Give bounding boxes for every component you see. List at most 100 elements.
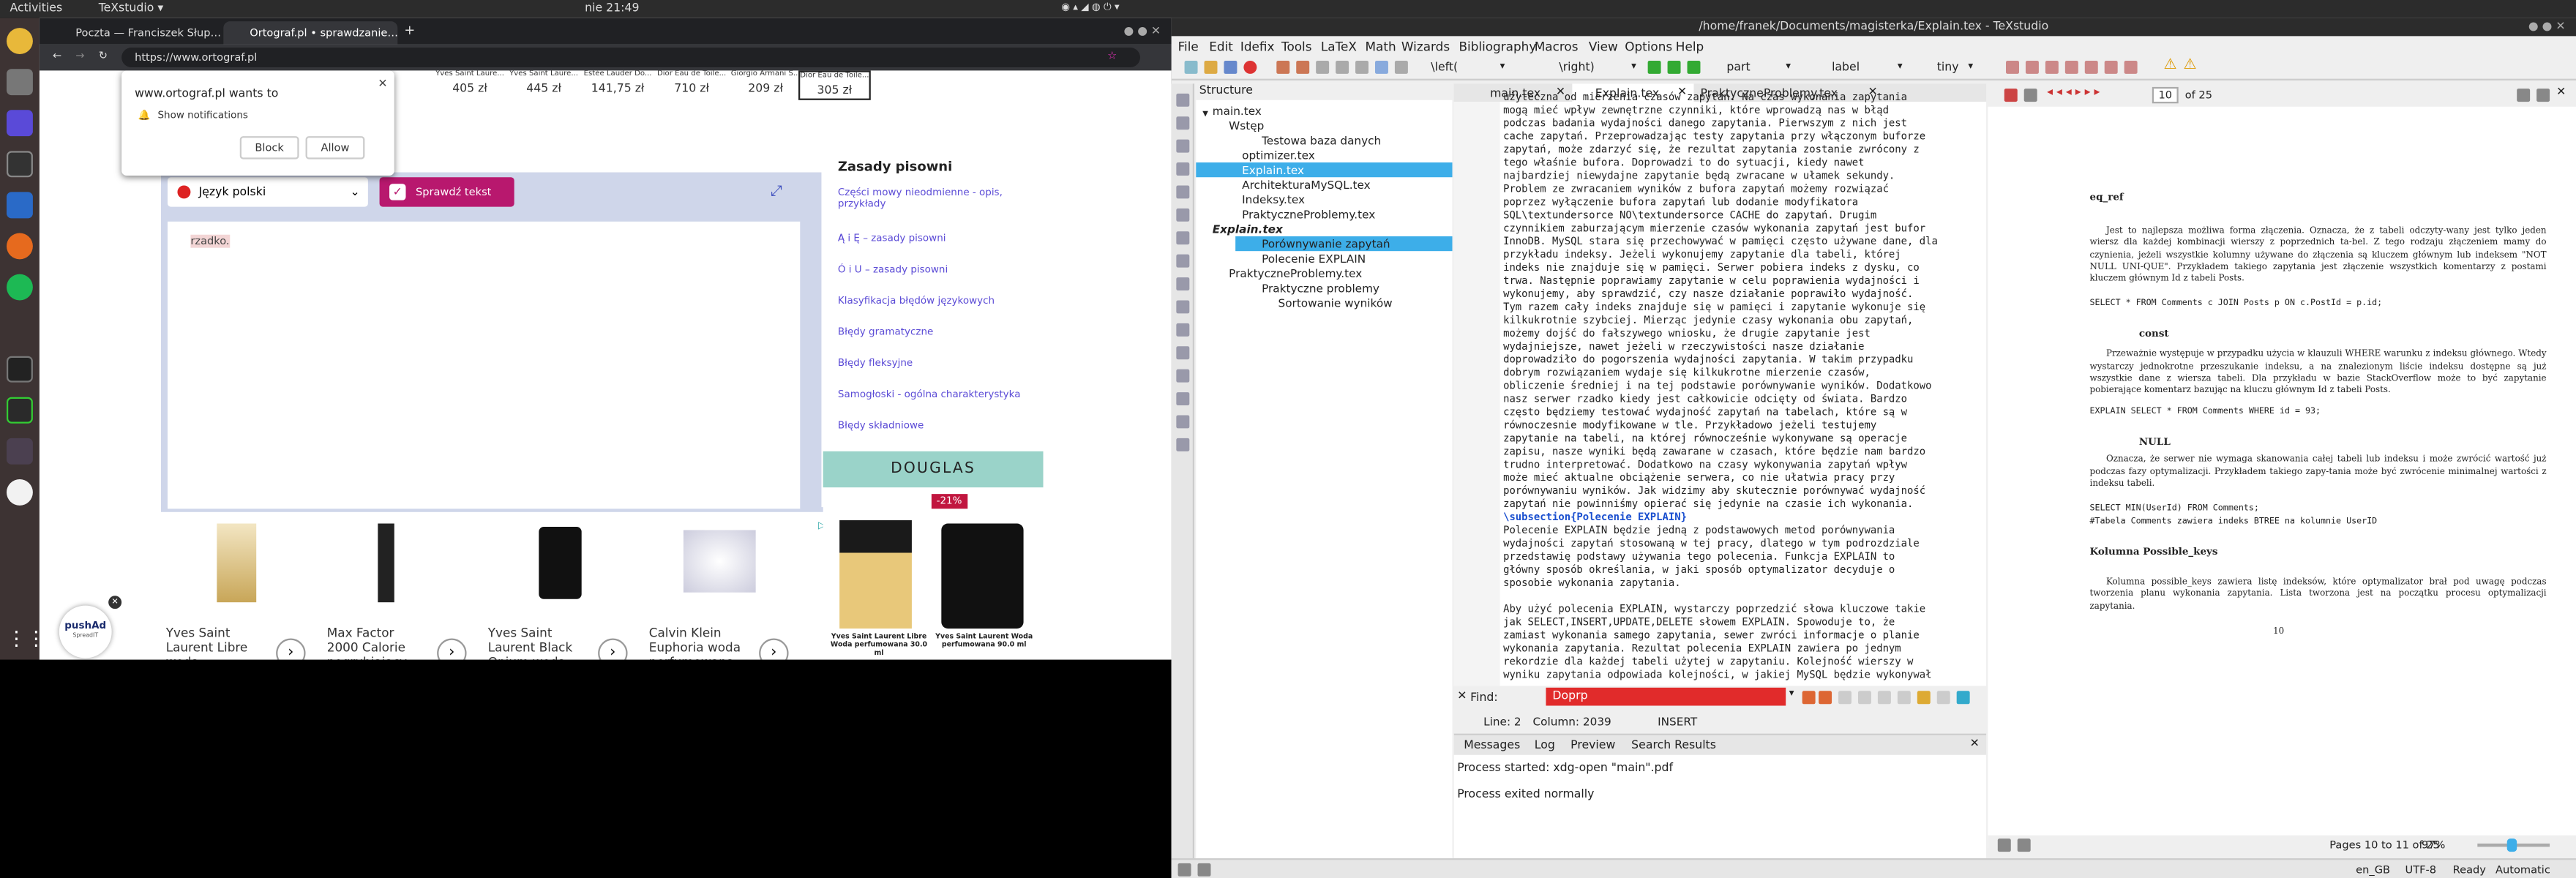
- lock-icon[interactable]: [2017, 838, 2031, 852]
- tree-item[interactable]: Praktyczne problemy: [1262, 282, 1379, 296]
- lock-icon[interactable]: [1997, 838, 2011, 852]
- table-icon[interactable]: [2064, 60, 2078, 74]
- compile-icon[interactable]: [1667, 60, 1681, 74]
- table-icon[interactable]: [2006, 60, 2019, 74]
- firefox-icon[interactable]: [6, 233, 33, 260]
- table-icon[interactable]: [2045, 60, 2059, 74]
- panel-icon[interactable]: [1177, 863, 1191, 877]
- rule-link[interactable]: Ó i U – zasady pisowni: [838, 264, 948, 276]
- terminal-icon[interactable]: [6, 356, 33, 383]
- find-option-icon[interactable]: [1917, 691, 1931, 705]
- tab-preview[interactable]: Preview: [1570, 738, 1615, 751]
- pdf-icon[interactable]: [2004, 89, 2018, 102]
- window-controls[interactable]: ● ● ✕: [1124, 25, 1161, 38]
- warning-icon[interactable]: ⚠: [2164, 58, 2177, 74]
- close-icon[interactable]: ✕: [108, 596, 122, 609]
- build-icon[interactable]: [1647, 60, 1661, 74]
- app-icon[interactable]: [6, 479, 33, 506]
- tab-search-results[interactable]: Search Results: [1631, 738, 1716, 751]
- douglas-ad[interactable]: DOUGLAS -21% Yves Saint Laurent Libre Wo…: [823, 451, 1044, 660]
- table-icon[interactable]: [2104, 60, 2118, 74]
- menu-view[interactable]: View: [1589, 40, 1618, 54]
- perfume-image[interactable]: [683, 530, 756, 593]
- system-tray-icons[interactable]: ◉ ▴ ◢ ◍ ⏻ ▾: [1061, 1, 1119, 15]
- pdf-page[interactable]: eq_ref Jest to najlepsza możliwa forma z…: [1988, 106, 2576, 849]
- menu-tools[interactable]: Tools: [1281, 40, 1311, 54]
- pushad-badge[interactable]: pushAd SpreadIT: [59, 605, 112, 658]
- rule-link[interactable]: Błędy składniowe: [838, 420, 924, 432]
- menu-bibliography[interactable]: Bibliography: [1459, 40, 1536, 54]
- bookmarks-icon[interactable]: [1176, 139, 1190, 153]
- view-icon[interactable]: [1687, 60, 1701, 74]
- perfume-image[interactable]: [217, 523, 257, 603]
- tab-messages[interactable]: Messages: [1464, 738, 1520, 751]
- tree-item[interactable]: optimizer.tex: [1242, 149, 1315, 162]
- symbols-icon[interactable]: [1176, 346, 1190, 360]
- close-icon[interactable]: ✕: [1970, 737, 1980, 750]
- tab-mail[interactable]: Poczta — Franciszek Słup…: [49, 21, 220, 44]
- symbols-icon[interactable]: [1176, 277, 1190, 291]
- close-doc-icon[interactable]: [1243, 60, 1257, 74]
- table-icon[interactable]: [2084, 60, 2098, 74]
- tree-item[interactable]: ArchitekturaMySQL.tex: [1242, 179, 1371, 192]
- ad-product-name[interactable]: Calvin Klein Euphoria woda perfumowana..…: [649, 626, 751, 660]
- symbols-icon[interactable]: [1176, 392, 1190, 406]
- star-icon[interactable]: ☆: [1107, 49, 1117, 62]
- menu-file[interactable]: File: [1178, 40, 1199, 54]
- rule-link[interactable]: Klasyfikacja błędów językowych: [838, 296, 995, 307]
- app-grid-icon[interactable]: ⋮⋮: [7, 626, 46, 652]
- open-icon[interactable]: [1204, 60, 1218, 74]
- menu-latex[interactable]: LaTeX: [1321, 40, 1357, 54]
- symbols-icon[interactable]: [1176, 323, 1190, 337]
- rule-link[interactable]: Ą i Ę – zasady pisowni: [838, 233, 946, 245]
- ad-product-name[interactable]: Max Factor 2000 Calorie pogrubiający...: [327, 626, 429, 660]
- new-tab-button[interactable]: +: [404, 23, 415, 37]
- window-controls[interactable]: ● ● ✕: [2528, 20, 2566, 33]
- left-delim-combo[interactable]: \left(: [1431, 61, 1458, 74]
- rule-link[interactable]: Błędy gramatyczne: [838, 326, 933, 338]
- language-status[interactable]: en_GB: [2356, 863, 2390, 877]
- zoom-slider-handle[interactable]: [2506, 838, 2517, 852]
- tree-item[interactable]: main.tex: [1213, 105, 1262, 119]
- check-text-button[interactable]: ✓ Sprawdź tekst: [379, 177, 514, 207]
- structure-icon[interactable]: [1176, 93, 1190, 107]
- monitor-icon[interactable]: [6, 151, 33, 178]
- spotify-icon[interactable]: [6, 274, 33, 301]
- search-icon[interactable]: [2023, 89, 2037, 102]
- tree-item[interactable]: PraktyczneProblemy.tex: [1229, 268, 1362, 281]
- rule-link[interactable]: Błędy fleksyjne: [838, 358, 913, 369]
- save-icon[interactable]: [1224, 60, 1238, 74]
- menu-math[interactable]: Math: [1366, 40, 1396, 54]
- menu-edit[interactable]: Edit: [1209, 40, 1233, 54]
- find-option-icon[interactable]: [1956, 691, 1970, 705]
- back-icon[interactable]: ←: [53, 49, 61, 62]
- perfume-image[interactable]: [539, 527, 582, 599]
- symbols-icon[interactable]: [1176, 116, 1190, 130]
- activities-button[interactable]: Activities: [10, 1, 62, 15]
- tree-item[interactable]: Explain.tex: [1213, 223, 1283, 236]
- find-option-icon[interactable]: [1897, 691, 1911, 705]
- redo-icon[interactable]: [1296, 60, 1310, 74]
- next-arrow-icon[interactable]: ›: [598, 638, 628, 660]
- find-option-icon[interactable]: [1877, 691, 1891, 705]
- tree-item[interactable]: Wstęp: [1229, 120, 1264, 133]
- next-arrow-icon[interactable]: ›: [437, 638, 467, 660]
- text-input[interactable]: rzadko.: [167, 221, 801, 509]
- replace-icon[interactable]: [1394, 60, 1408, 74]
- search-icon[interactable]: [1374, 60, 1388, 74]
- symbols-icon[interactable]: [1176, 254, 1190, 268]
- next-arrow-icon[interactable]: ›: [759, 638, 789, 660]
- find-option-icon[interactable]: [1936, 691, 1950, 705]
- close-icon[interactable]: ✕: [2556, 86, 2566, 99]
- block-button[interactable]: Block: [239, 136, 299, 160]
- table-icon[interactable]: [2025, 60, 2039, 74]
- rule-link[interactable]: Części mowy nieodmienne - opis, przykład…: [838, 187, 1041, 210]
- find-input[interactable]: Doprp: [1546, 687, 1786, 706]
- page-input[interactable]: 10: [2152, 86, 2179, 104]
- menu-macros[interactable]: Macros: [1535, 40, 1579, 54]
- product[interactable]: Yves Saint Laure... 445 zł: [508, 70, 580, 95]
- tree-item[interactable]: Sortowanie wyników: [1278, 297, 1393, 310]
- dock-icon[interactable]: [2536, 89, 2550, 102]
- cut-icon[interactable]: [1316, 60, 1330, 74]
- next-arrow-icon[interactable]: ›: [276, 638, 306, 660]
